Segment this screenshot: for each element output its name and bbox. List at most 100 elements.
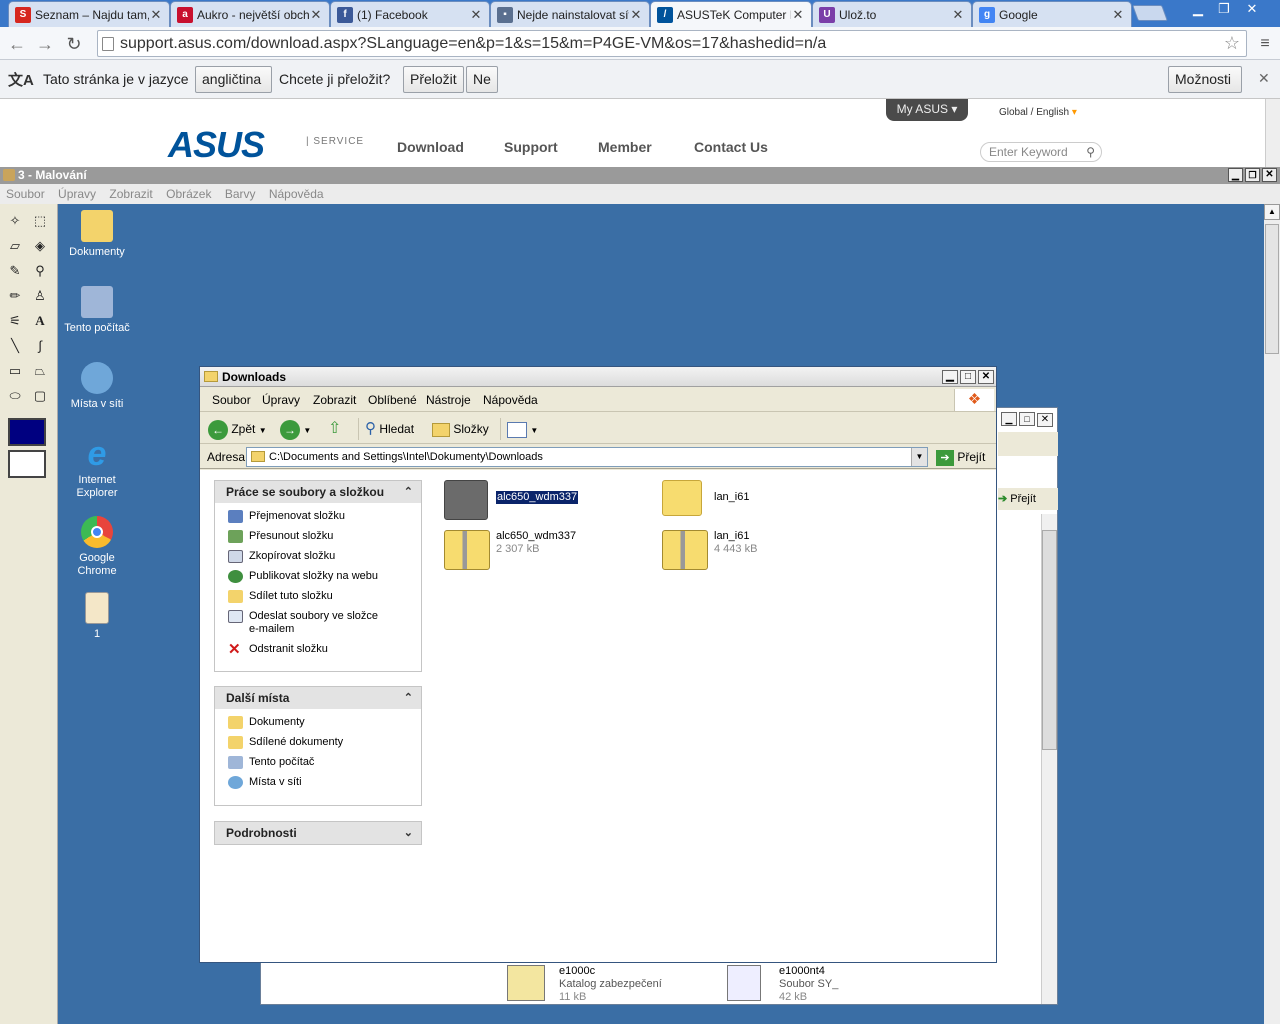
- file-item-e1000c[interactable]: e1000c Katalog zabezpečení 11 kB: [507, 965, 717, 1009]
- airbrush-icon[interactable]: ⚟: [4, 310, 26, 332]
- rounded-rect-icon[interactable]: ▢: [29, 385, 51, 407]
- reload-icon[interactable]: ↻: [63, 33, 85, 55]
- tab-ulozto[interactable]: U Ulož.to ✕: [812, 1, 972, 27]
- option-opaque-icon[interactable]: [8, 418, 46, 446]
- tab-forum[interactable]: ▪ Nejde nainstalovat síť ✕: [490, 1, 650, 27]
- menu-zobrazit[interactable]: Zobrazit: [313, 393, 356, 407]
- menu-nastroje[interactable]: Nástroje: [426, 393, 471, 407]
- address-input[interactable]: C:\Documents and Settings\Intel\Dokument…: [246, 447, 928, 467]
- task-email[interactable]: Odeslat soubory ve složce e-mailem: [215, 610, 385, 636]
- minimize-icon[interactable]: ▁: [1001, 412, 1017, 426]
- keyword-search-input[interactable]: Enter Keyword ⚲: [980, 142, 1102, 162]
- restore-icon[interactable]: ❐: [1212, 0, 1236, 18]
- file-item-lan-zip[interactable]: lan_i61 4 443 kB: [662, 530, 862, 574]
- explorer-title-bar[interactable]: Downloads ▁ □ ✕: [200, 367, 996, 387]
- file-item-alc650-folder[interactable]: alc650_wdm337: [444, 480, 644, 524]
- menu-icon[interactable]: ≡: [1254, 33, 1276, 55]
- file-item-lan-folder[interactable]: lan_i61: [662, 480, 862, 524]
- desktop-icon-network[interactable]: Místa v síti: [60, 362, 134, 411]
- task-move[interactable]: Přesunout složku: [215, 530, 421, 543]
- close-icon[interactable]: ✕: [629, 7, 643, 23]
- file-item-alc650-zip[interactable]: alc650_wdm337 2 307 kB: [444, 530, 644, 574]
- close-icon[interactable]: ✕: [469, 7, 483, 23]
- my-asus-button[interactable]: My ASUS ▾: [886, 99, 968, 121]
- task-publish[interactable]: Publikovat složky na webu: [215, 570, 421, 583]
- close-icon[interactable]: ✕: [149, 7, 163, 23]
- back-arrow-icon[interactable]: ←: [6, 33, 28, 55]
- menu-oblibene[interactable]: Oblíbené: [368, 393, 417, 407]
- back-button[interactable]: ← Zpět ▼: [208, 418, 280, 440]
- close-icon[interactable]: ✕: [1262, 168, 1277, 182]
- folder-up-icon[interactable]: ⇧: [328, 418, 348, 440]
- collapse-icon[interactable]: ⌃: [404, 481, 413, 503]
- nav-support[interactable]: Support: [504, 139, 558, 155]
- close-window-icon[interactable]: ✕: [1240, 0, 1264, 18]
- menu-soubor[interactable]: Soubor: [6, 187, 45, 201]
- color-picker-icon[interactable]: ✎: [4, 260, 26, 282]
- rect-select-icon[interactable]: ⬚: [29, 210, 51, 232]
- menu-upravy[interactable]: Úpravy: [262, 393, 300, 407]
- places-panel-header[interactable]: Další místa ⌃: [215, 687, 421, 709]
- close-icon[interactable]: ✕: [978, 370, 994, 384]
- close-icon[interactable]: ✕: [1111, 7, 1125, 23]
- close-icon[interactable]: ✕: [309, 7, 323, 23]
- rectangle-icon[interactable]: ▭: [4, 360, 26, 382]
- close-icon[interactable]: ✕: [1037, 413, 1053, 427]
- folders-button[interactable]: Složky: [432, 418, 489, 440]
- line-icon[interactable]: ╲: [4, 335, 26, 357]
- pencil-icon[interactable]: ✏: [4, 285, 26, 307]
- collapse-icon[interactable]: ⌃: [404, 687, 413, 709]
- ellipse-icon[interactable]: ⬭: [4, 385, 26, 407]
- nav-member[interactable]: Member: [598, 139, 652, 155]
- new-tab-button[interactable]: [1132, 5, 1168, 21]
- task-delete[interactable]: ✕ Odstranit složku: [215, 642, 421, 657]
- minimize-icon[interactable]: ▁: [1186, 0, 1210, 18]
- menu-barvy[interactable]: Barvy: [225, 187, 256, 201]
- paint-scrollbar[interactable]: ▲: [1264, 204, 1280, 1024]
- tab-facebook[interactable]: f (1) Facebook ✕: [330, 1, 490, 27]
- file-item-e1000nt4[interactable]: e1000nt4 Soubor SY_ 42 kB: [727, 965, 937, 1009]
- menu-obrazek[interactable]: Obrázek: [166, 187, 211, 201]
- fill-icon[interactable]: ◈: [29, 235, 51, 257]
- close-icon[interactable]: ✕: [951, 7, 965, 23]
- details-panel-header[interactable]: Podrobnosti ⌄: [215, 822, 421, 844]
- views-button[interactable]: ▼: [500, 418, 538, 440]
- scrollbar[interactable]: [1041, 514, 1057, 1004]
- place-computer[interactable]: Tento počítač: [215, 756, 421, 769]
- options-button[interactable]: Možnosti ▼: [1168, 66, 1242, 111]
- dropdown-arrow-icon[interactable]: ▼: [911, 448, 927, 466]
- tab-asus[interactable]: / ASUSTeK Computer Ir ✕: [650, 1, 812, 27]
- region-link[interactable]: Global / English ▾: [999, 107, 1077, 118]
- maximize-icon[interactable]: □: [1019, 412, 1035, 426]
- browser-scrollbar[interactable]: [1265, 99, 1280, 167]
- desktop-icon-chrome[interactable]: Google Chrome: [60, 516, 134, 578]
- brush-icon[interactable]: ♙: [29, 285, 51, 307]
- minimize-icon[interactable]: ▁: [942, 370, 958, 384]
- desktop-icon-computer[interactable]: Tento počítač: [60, 286, 134, 335]
- menu-zobrazit[interactable]: Zobrazit: [109, 187, 152, 201]
- forward-arrow-icon[interactable]: →: [34, 33, 56, 55]
- minimize-icon[interactable]: ▁: [1228, 168, 1243, 182]
- place-network[interactable]: Místa v síti: [215, 776, 421, 789]
- scroll-thumb[interactable]: [1042, 530, 1057, 750]
- go-button[interactable]: ➔ Přejít: [936, 447, 985, 467]
- eraser-icon[interactable]: ▱: [4, 235, 26, 257]
- maximize-icon[interactable]: □: [960, 370, 976, 384]
- polygon-icon[interactable]: ⏢: [29, 360, 51, 382]
- language-select[interactable]: angličtina ▼: [195, 66, 272, 111]
- nav-download[interactable]: Download: [397, 139, 464, 155]
- menu-upravy[interactable]: Úpravy: [58, 187, 96, 201]
- scroll-up-icon[interactable]: ▲: [1264, 204, 1280, 220]
- address-bar[interactable]: support.asus.com/download.aspx?SLanguage…: [97, 30, 1247, 57]
- search-icon[interactable]: ⚲: [1086, 143, 1095, 161]
- place-documents[interactable]: Dokumenty: [215, 716, 421, 729]
- no-button[interactable]: Ne: [466, 66, 498, 93]
- expand-icon[interactable]: ⌄: [404, 822, 413, 844]
- search-button[interactable]: ⚲ Hledat: [358, 418, 414, 440]
- free-select-icon[interactable]: ✧: [4, 210, 26, 232]
- desktop-icon-documents[interactable]: Dokumenty: [60, 210, 134, 259]
- menu-soubor[interactable]: Soubor: [212, 393, 251, 407]
- close-icon[interactable]: ✕: [791, 7, 805, 23]
- menu-napoveda[interactable]: Nápověda: [483, 393, 538, 407]
- tab-seznam[interactable]: S Seznam – Najdu tam, ✕: [8, 1, 170, 27]
